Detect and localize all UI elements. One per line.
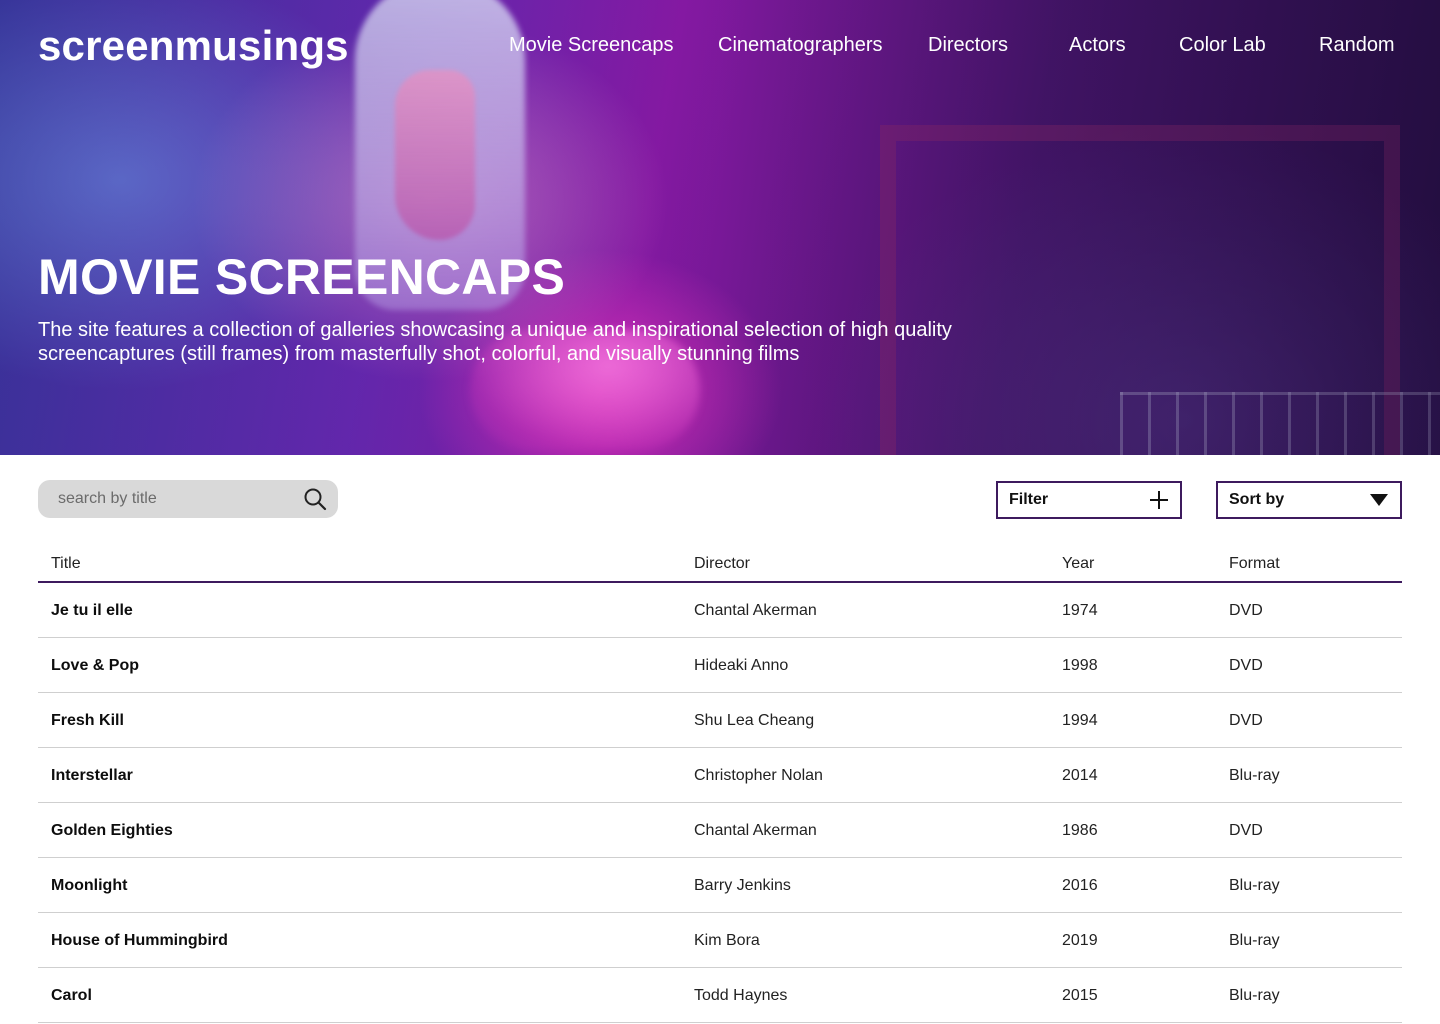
sort-label: Sort by [1229, 491, 1285, 508]
row-year: 2016 [1062, 877, 1098, 894]
row-director: Barry Jenkins [694, 877, 791, 894]
row-year: 1974 [1062, 602, 1098, 619]
sort-dropdown[interactable]: Sort by [1216, 481, 1402, 519]
nav-color-lab[interactable]: Color Lab [1179, 34, 1266, 57]
row-year: 1998 [1062, 657, 1098, 674]
filter-button[interactable]: Filter [996, 481, 1182, 519]
table-row[interactable]: Interstellar Christopher Nolan 2014 Blu-… [38, 748, 1402, 803]
page-description: The site features a collection of galler… [38, 319, 952, 365]
nav-random[interactable]: Random [1319, 34, 1395, 57]
plus-icon [1150, 491, 1168, 509]
row-year: 1986 [1062, 822, 1098, 839]
row-year: 2015 [1062, 987, 1098, 1004]
search-box [38, 480, 338, 518]
row-format: Blu-ray [1229, 877, 1280, 894]
row-format: DVD [1229, 822, 1263, 839]
row-director: Chantal Akerman [694, 602, 817, 619]
row-format: Blu-ray [1229, 932, 1280, 949]
hero-banner: screenmusings Movie Screencaps Cinematog… [0, 0, 1440, 455]
column-header-director[interactable]: Director [694, 555, 750, 573]
search-icon[interactable] [303, 487, 327, 511]
table-row[interactable]: House of Hummingbird Kim Bora 2019 Blu-r… [38, 913, 1402, 968]
top-navigation: screenmusings Movie Screencaps Cinematog… [0, 0, 1440, 95]
row-format: DVD [1229, 657, 1263, 674]
row-title[interactable]: Fresh Kill [51, 712, 124, 730]
row-title[interactable]: House of Hummingbird [51, 932, 228, 950]
table-row[interactable]: Love & Pop Hideaki Anno 1998 DVD [38, 638, 1402, 693]
row-format: DVD [1229, 712, 1263, 729]
page-title: MOVIE SCREENCAPS [38, 249, 566, 305]
row-director: Chantal Akerman [694, 822, 817, 839]
row-title[interactable]: Je tu il elle [51, 602, 133, 620]
table-header: Title Director Year Format [38, 548, 1402, 583]
row-director: Christopher Nolan [694, 767, 823, 784]
row-year: 1994 [1062, 712, 1098, 729]
row-title[interactable]: Moonlight [51, 877, 127, 895]
row-title[interactable]: Carol [51, 987, 92, 1005]
row-year: 2019 [1062, 932, 1098, 949]
column-header-format[interactable]: Format [1229, 555, 1280, 573]
table-row[interactable]: Moonlight Barry Jenkins 2016 Blu-ray [38, 858, 1402, 913]
row-title[interactable]: Love & Pop [51, 657, 139, 675]
search-input[interactable] [58, 480, 298, 518]
row-format: Blu-ray [1229, 987, 1280, 1004]
row-title[interactable]: Interstellar [51, 767, 133, 785]
nav-cinematographers[interactable]: Cinematographers [718, 34, 883, 57]
caret-down-icon [1370, 494, 1388, 506]
row-director: Kim Bora [694, 932, 760, 949]
row-format: DVD [1229, 602, 1263, 619]
row-director: Shu Lea Cheang [694, 712, 815, 729]
screencaps-table: Title Director Year Format Je tu il elle… [38, 548, 1402, 1023]
table-row[interactable]: Golden Eighties Chantal Akerman 1986 DVD [38, 803, 1402, 858]
row-director: Hideaki Anno [694, 657, 789, 674]
nav-actors[interactable]: Actors [1069, 34, 1126, 57]
row-title[interactable]: Golden Eighties [51, 822, 173, 840]
filter-label: Filter [1009, 491, 1049, 508]
site-logo[interactable]: screenmusings [38, 22, 349, 70]
column-header-year[interactable]: Year [1062, 555, 1094, 573]
nav-directors[interactable]: Directors [928, 34, 1008, 57]
table-row[interactable]: Carol Todd Haynes 2015 Blu-ray [38, 968, 1402, 1023]
column-header-title[interactable]: Title [51, 555, 81, 573]
table-row[interactable]: Je tu il elle Chantal Akerman 1974 DVD [38, 583, 1402, 638]
table-row[interactable]: Fresh Kill Shu Lea Cheang 1994 DVD [38, 693, 1402, 748]
row-format: Blu-ray [1229, 767, 1280, 784]
row-director: Todd Haynes [694, 987, 788, 1004]
row-year: 2014 [1062, 767, 1098, 784]
nav-movie-screencaps[interactable]: Movie Screencaps [509, 34, 674, 57]
